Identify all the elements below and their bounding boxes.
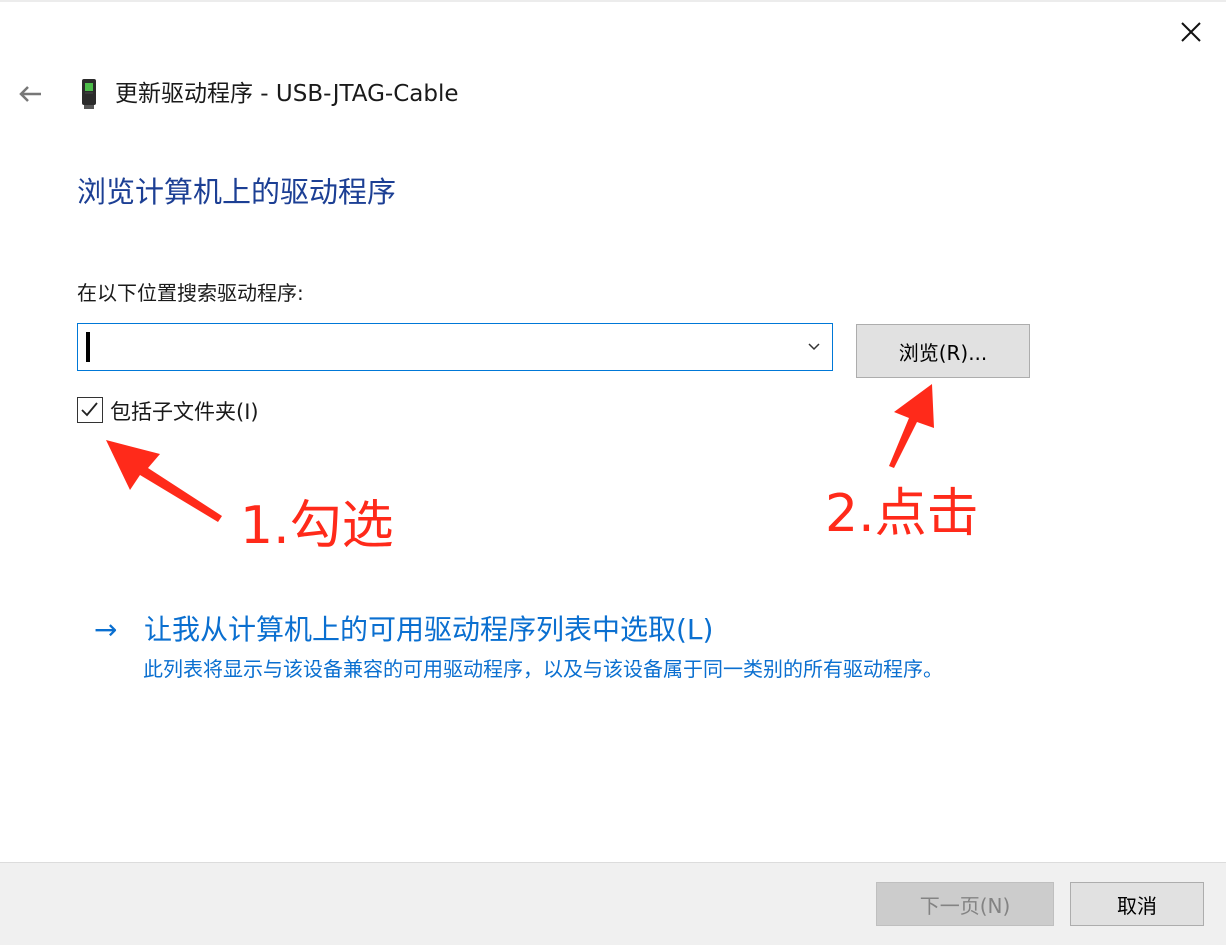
title-bar-edge	[0, 0, 1226, 2]
annotation-arrow-1	[106, 440, 222, 522]
update-driver-window: 更新驱动程序 - USB-JTAG-Cable 浏览计算机上的驱动程序 在以下位…	[0, 0, 1226, 945]
close-button[interactable]	[1166, 12, 1216, 52]
pick-from-list-title[interactable]: 让我从计算机上的可用驱动程序列表中选取(L)	[144, 610, 713, 650]
close-icon	[1181, 22, 1201, 42]
driver-path-combobox[interactable]	[77, 323, 833, 371]
right-arrow-icon: →	[94, 613, 118, 646]
page-heading: 浏览计算机上的驱动程序	[77, 175, 397, 209]
cancel-button[interactable]: 取消	[1070, 882, 1204, 926]
annotation-step-1: 1.勾选	[240, 496, 394, 556]
annotation-arrow-2	[889, 384, 934, 468]
window-title: 更新驱动程序 - USB-JTAG-Cable	[115, 81, 459, 107]
next-button[interactable]: 下一页(N)	[876, 882, 1054, 926]
pick-from-list-description: 此列表将显示与该设备兼容的可用驱动程序，以及与该设备属于同一类别的所有驱动程序。	[143, 657, 943, 681]
back-arrow-icon	[19, 86, 41, 102]
back-button[interactable]	[12, 76, 48, 112]
annotation-arrows	[106, 384, 934, 522]
include-subfolders-label[interactable]: 包括子文件夹(I)	[110, 396, 259, 428]
browse-button[interactable]: 浏览(R)...	[856, 324, 1030, 378]
usb-device-icon	[82, 79, 96, 109]
annotation-step-2: 2.点击	[825, 484, 979, 544]
search-location-label: 在以下位置搜索驱动程序:	[77, 281, 304, 305]
include-subfolders-checkbox[interactable]	[77, 397, 103, 423]
chevron-down-icon[interactable]	[804, 337, 824, 357]
text-cursor	[86, 332, 90, 362]
checkmark-icon	[81, 402, 98, 417]
